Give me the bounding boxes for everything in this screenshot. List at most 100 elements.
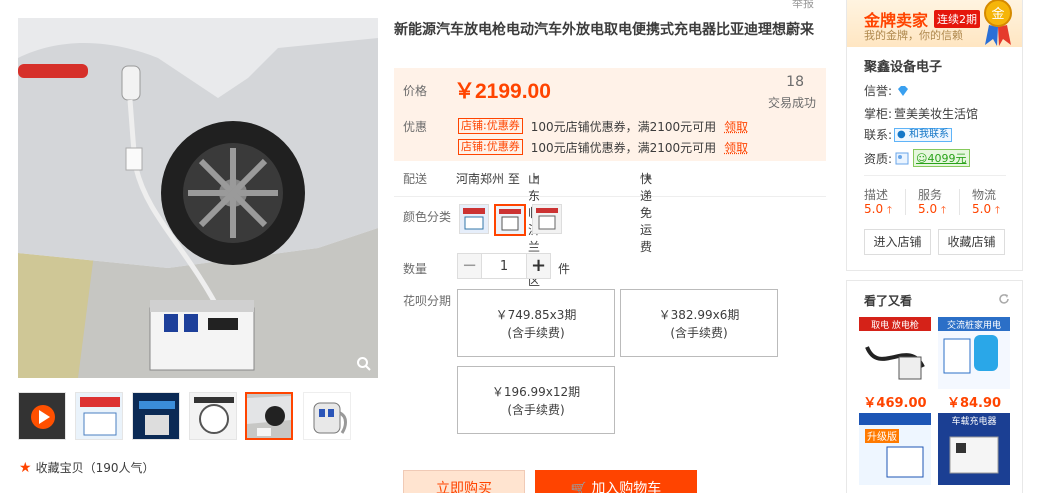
arrow-up-icon: 🡑: [995, 205, 1000, 216]
price-panel: 价格 ￥2199.00 18 交易成功 优惠 店铺:优惠券 100元店铺优惠券，…: [394, 68, 826, 161]
product-title: 新能源汽车放电枪电动汽车外放电取电便携式充电器比亚迪理想蔚来: [394, 20, 824, 40]
installment-option-6[interactable]: ￥382.99x6期 (含手续费): [620, 289, 778, 357]
color-option-2-selected[interactable]: [494, 204, 526, 236]
divider: [905, 189, 906, 215]
recommend-item-3-image[interactable]: 升级版: [859, 413, 931, 485]
thumbnail-image: [76, 393, 123, 440]
coupon-row: 店铺:优惠券 100元店铺优惠券，满2100元可用 领取: [458, 118, 748, 134]
buy-now-button[interactable]: 立即购买: [403, 470, 525, 493]
recommendations-title: 看了又看: [864, 292, 912, 309]
arrow-up-icon: 🡑: [941, 205, 946, 216]
thumbnail-5-selected[interactable]: [245, 392, 293, 440]
recommend-item-1-price[interactable]: ￥469.00: [859, 392, 931, 411]
refresh-icon[interactable]: [998, 293, 1010, 305]
report-link[interactable]: 举报: [792, 0, 814, 11]
favorite-label: 收藏宝贝（190人气）: [36, 459, 155, 476]
delivery-row: 配送 河南郑州 至 山东临沂兰山区 快递 免运费: [394, 170, 826, 197]
score-label-description: 描述: [864, 186, 888, 203]
recommend-image: 升级版: [859, 413, 931, 485]
shipping-select[interactable]: 快递 免运费: [640, 170, 651, 184]
delivery-destination-select[interactable]: 山东临沂兰山区: [528, 170, 539, 184]
favorite-item[interactable]: ★ 收藏宝贝（190人气）: [19, 459, 154, 476]
svg-text:升级版: 升级版: [867, 430, 897, 443]
keeper-name[interactable]: 萱美美妆生活馆: [894, 105, 978, 122]
sold-count: 18: [786, 74, 804, 90]
shop-card: 金牌卖家 连续2期 我的金牌，你的信赖 金 聚鑫设备电子 信誉: 掌柜: 萱美美…: [846, 0, 1023, 271]
add-to-cart-button[interactable]: 🛒 加入购物车: [535, 470, 697, 493]
arrow-up-icon: 🡑: [887, 205, 892, 216]
installment-fee: (含手续费): [621, 324, 777, 342]
chat-icon: ●: [897, 129, 906, 140]
quantity-increase-button[interactable]: +: [526, 253, 551, 279]
thumbnail-image: [190, 393, 237, 440]
recommend-item-2-price[interactable]: ￥84.90: [938, 392, 1010, 411]
recommend-image: 取电 放电枪: [859, 317, 931, 389]
installment-option-3[interactable]: ￥749.85x3期 (含手续费): [457, 289, 615, 357]
color-option-1[interactable]: [459, 204, 489, 234]
divider: [864, 175, 1006, 176]
swatch-image: [460, 205, 488, 233]
enter-shop-button[interactable]: 进入店铺: [864, 229, 931, 255]
contact-seller-label: 和我联系: [909, 129, 949, 140]
cart-icon: 🛒: [571, 482, 587, 493]
price-value: ￥2199.00: [454, 75, 551, 105]
contact-row: 联系: ● 和我联系: [864, 126, 952, 143]
recommend-image: 交流桩家用电: [938, 317, 1010, 389]
diamond-icon: [896, 85, 910, 97]
keeper-label: 掌柜:: [864, 105, 892, 122]
thumbnail-6[interactable]: [303, 392, 351, 440]
shop-name-link[interactable]: 聚鑫设备电子: [864, 56, 942, 75]
coupon-tag: 店铺:优惠券: [458, 139, 523, 155]
thumbnail-3[interactable]: [132, 392, 180, 440]
recommend-item-1-image[interactable]: 取电 放电枪: [859, 317, 931, 389]
sold-label: 交易成功: [768, 94, 816, 111]
contact-seller-button[interactable]: ● 和我联系: [894, 128, 952, 142]
score-value-service: 5.0 🡑: [918, 202, 946, 220]
claim-coupon-link[interactable]: 领取: [724, 118, 748, 135]
coupon-row: 店铺:优惠券 100元店铺优惠券，满2100元可用 领取: [458, 139, 748, 155]
installment-option-12[interactable]: ￥196.99x12期 (含手续费): [457, 366, 615, 434]
gold-seller-slogan: 我的金牌，你的信赖: [864, 27, 963, 43]
keeper-row: 掌柜: 萱美美妆生活馆: [864, 105, 978, 122]
add-to-cart-label: 加入购物车: [591, 481, 661, 493]
credit-row: 信誉:: [864, 82, 910, 99]
recommend-image: 车载充电器: [938, 413, 1010, 485]
license-icon[interactable]: [895, 152, 909, 165]
coupon-text: 100元店铺优惠券，满2100元可用: [531, 139, 716, 156]
recommendations-panel: 看了又看 取电 放电枪 交流桩家用电 ￥469.00 ￥84.90 升级版 车载…: [846, 280, 1023, 493]
installment-label: 花呗分期: [403, 292, 451, 309]
price-label: 价格: [403, 82, 427, 99]
thumbnail-video[interactable]: [18, 392, 66, 440]
svg-text:车载充电器: 车载充电器: [951, 415, 996, 427]
score-label-logistics: 物流: [972, 186, 996, 203]
quantity-input[interactable]: 1: [482, 253, 526, 279]
promo-label: 优惠: [403, 118, 427, 135]
quantity-unit: 件: [558, 260, 570, 277]
installment-amount: ￥196.99x12期: [458, 383, 614, 401]
video-play-icon: [19, 393, 66, 440]
thumbnail-4[interactable]: [189, 392, 237, 440]
score-number: 5.0: [864, 202, 883, 216]
zoom-icon[interactable]: [356, 356, 372, 372]
installment-fee: (含手续费): [458, 324, 614, 342]
svg-text:交流桩家用电: 交流桩家用电: [947, 319, 1001, 331]
credit-label: 信誉:: [864, 82, 892, 99]
shipping-method: 快递 免运费: [640, 170, 652, 255]
main-product-image[interactable]: [18, 18, 378, 378]
deposit-icon: ☺: [916, 152, 927, 165]
recommend-item-2-image[interactable]: 交流桩家用电: [938, 317, 1010, 389]
thumbnail-image: [133, 393, 180, 440]
favorite-shop-button[interactable]: 收藏店铺: [938, 229, 1005, 255]
quantity-decrease-button[interactable]: −: [457, 253, 482, 279]
gold-medal-icon: 金: [981, 0, 1015, 47]
claim-coupon-link[interactable]: 领取: [724, 139, 748, 156]
recommend-item-4-image[interactable]: 车载充电器: [938, 413, 1010, 485]
thumbnail-2[interactable]: [75, 392, 123, 440]
delivery-from: 河南郑州 至: [456, 170, 520, 187]
score-value-logistics: 5.0 🡑: [972, 202, 1000, 220]
color-option-3[interactable]: [532, 204, 562, 234]
deposit-badge[interactable]: ☺4099元: [913, 149, 969, 167]
score-value-description: 5.0 🡑: [864, 202, 892, 220]
gold-seller-badge: 连续2期: [934, 10, 980, 28]
star-icon: ★: [19, 460, 32, 476]
